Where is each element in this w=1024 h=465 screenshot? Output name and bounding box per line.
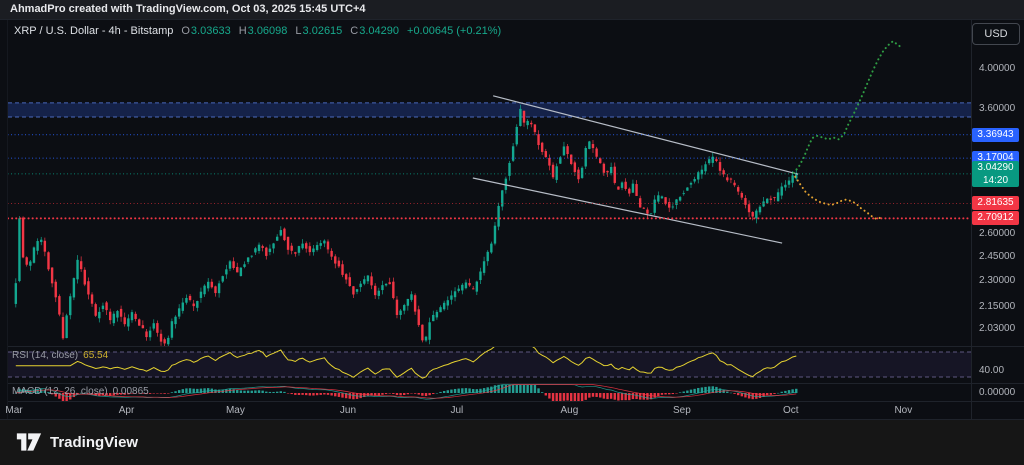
currency-toggle-button[interactable]: USD <box>972 23 1020 45</box>
footer-bar: TradingView <box>0 420 1024 465</box>
tradingview-logo-text: TradingView <box>50 434 138 451</box>
tradingview-logo[interactable]: TradingView <box>16 432 138 452</box>
tradingview-chart-app: AhmadPro created with TradingView.com, O… <box>0 0 1024 465</box>
tradingview-logo-icon <box>16 432 42 452</box>
price-chart-canvas[interactable] <box>0 0 1024 465</box>
